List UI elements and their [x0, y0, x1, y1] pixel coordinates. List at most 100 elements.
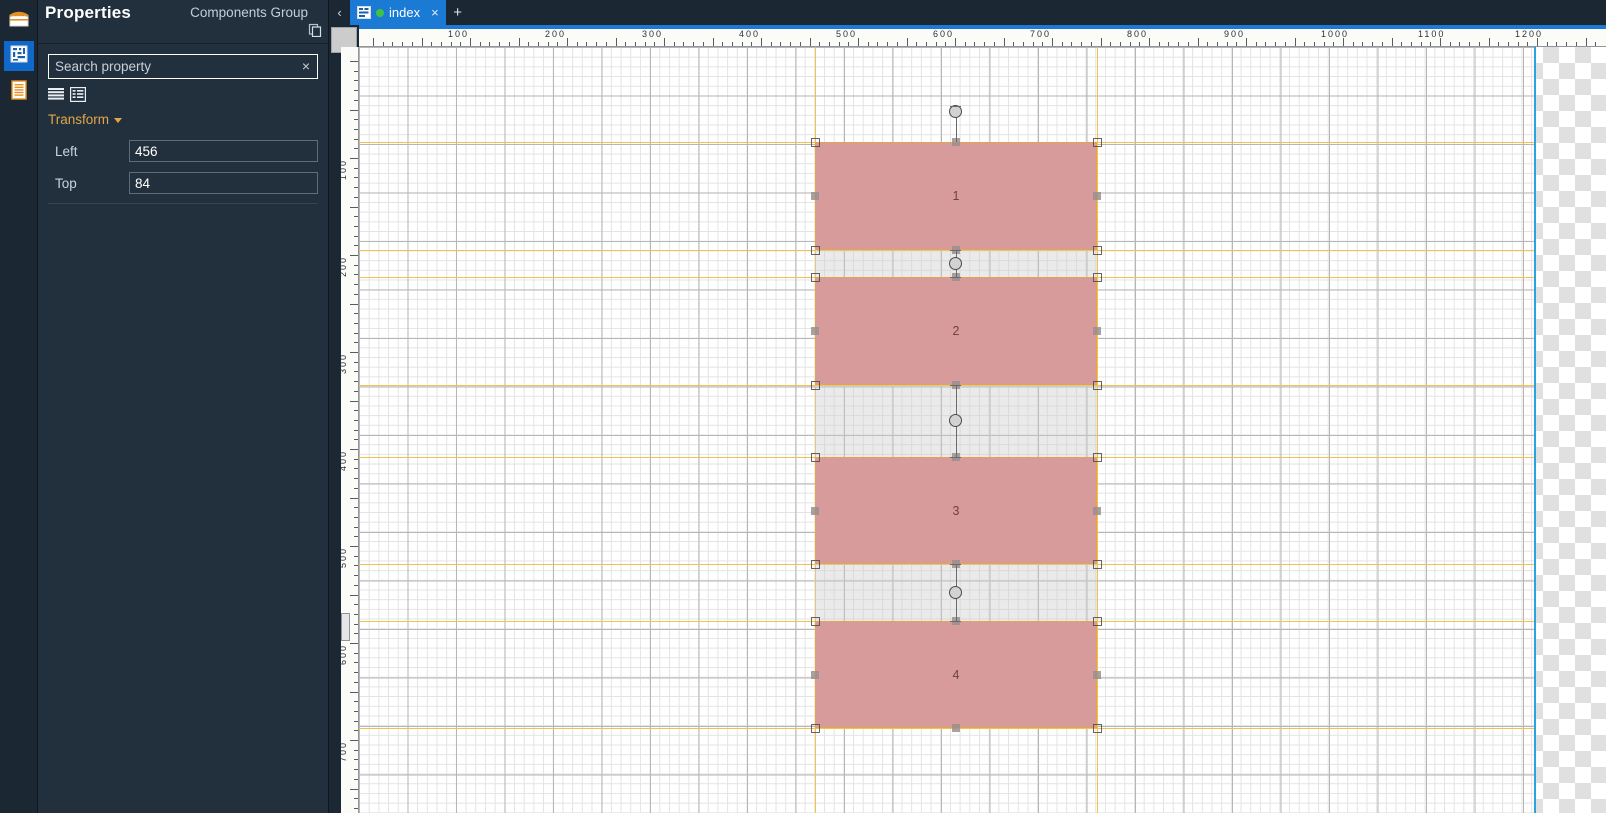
ruler-tick: [354, 458, 358, 460]
resize-handle-edge[interactable]: [1092, 506, 1101, 515]
add-tab-button[interactable]: +: [446, 0, 470, 25]
ruler-tick: [354, 293, 358, 295]
ruler-tick: [945, 42, 947, 46]
resize-handle-corner[interactable]: [1092, 380, 1102, 390]
ruler-tick: [354, 245, 358, 247]
flat-list-view-icon[interactable]: [48, 87, 64, 102]
ruler-tick: [1595, 42, 1597, 46]
canvas-viewport[interactable]: 1 2 3 4: [359, 47, 1606, 813]
resize-handle-edge[interactable]: [1092, 670, 1101, 679]
ruler-tick: [354, 778, 358, 780]
search-input[interactable]: [49, 55, 295, 78]
resize-handle-corner[interactable]: [1092, 724, 1102, 734]
resize-handle-edge[interactable]: [811, 506, 820, 515]
ruler-tick: [350, 255, 358, 256]
top-input[interactable]: [129, 172, 318, 194]
ruler-tick: [1585, 38, 1587, 46]
ruler-tick: [354, 565, 358, 567]
vertical-ruler[interactable]: 100 200 300 400 500 600 700: [341, 47, 359, 813]
resize-handle-corner[interactable]: [811, 138, 821, 148]
ruler-tick: [354, 652, 358, 654]
application-window: Properties Components Group ×: [0, 0, 1606, 813]
resize-handle-corner[interactable]: [811, 380, 821, 390]
section-header-transform[interactable]: Transform: [48, 112, 318, 127]
close-icon[interactable]: ×: [431, 6, 439, 19]
ruler-tick: [350, 158, 358, 159]
resize-handle-corner[interactable]: [811, 452, 821, 462]
canvas-component[interactable]: 1: [815, 142, 1097, 251]
ruler-tick: [1071, 42, 1073, 46]
resize-handle-corner[interactable]: [811, 724, 821, 734]
resize-handle-corner[interactable]: [1092, 138, 1102, 148]
grouped-list-view-icon[interactable]: [70, 87, 87, 103]
resize-handle-edge[interactable]: [951, 724, 960, 733]
resize-handle-corner[interactable]: [811, 246, 821, 256]
ruler-tick: [508, 42, 510, 46]
resize-handle-edge[interactable]: [1092, 327, 1101, 336]
copy-icon[interactable]: [308, 23, 322, 38]
resize-handle-edge[interactable]: [811, 670, 820, 679]
resize-handle-corner[interactable]: [811, 560, 821, 570]
resize-handle-corner[interactable]: [1092, 452, 1102, 462]
tab-index[interactable]: index ×: [350, 0, 446, 25]
rail-item-toolbox[interactable]: [4, 5, 34, 35]
left-input[interactable]: [129, 140, 318, 162]
resize-handle-corner[interactable]: [1092, 616, 1102, 626]
ruler-tick: [770, 42, 772, 46]
ruler-tick: [350, 206, 358, 208]
clear-search-icon[interactable]: ×: [295, 55, 317, 78]
ruler-label: 600: [933, 29, 955, 39]
ruler-tick: [731, 42, 733, 46]
resize-handle-corner[interactable]: [811, 273, 821, 283]
resize-handle-corner[interactable]: [1092, 246, 1102, 256]
canvas-component[interactable]: 2: [815, 277, 1097, 385]
rail-item-outline[interactable]: [4, 77, 34, 107]
ruler-tick: [809, 38, 811, 46]
ruler-tick: [350, 788, 358, 790]
resize-handle-corner[interactable]: [1092, 560, 1102, 570]
canvas-component[interactable]: 3: [815, 456, 1097, 565]
ruler-label: 700: [341, 740, 348, 762]
search-property-field[interactable]: ×: [48, 54, 318, 79]
icon-rail: [0, 0, 38, 813]
ruler-tick: [528, 42, 530, 46]
ruler-tick: [615, 38, 617, 46]
rail-item-properties[interactable]: [3, 41, 34, 71]
ruler-tick: [354, 80, 358, 82]
ruler-tick: [354, 769, 358, 771]
resize-handle-corner[interactable]: [811, 616, 821, 626]
resize-handle-corner[interactable]: [1092, 273, 1102, 283]
ruler-tick: [1556, 42, 1558, 46]
vertical-ruler-thumb[interactable]: [341, 613, 350, 641]
resize-handle-edge[interactable]: [1092, 192, 1101, 201]
resize-handle-edge[interactable]: [811, 192, 820, 201]
ruler-tick: [906, 38, 908, 46]
ruler-tick: [411, 42, 413, 46]
design-page[interactable]: 1 2 3 4: [359, 47, 1536, 813]
ruler-tick: [354, 274, 358, 276]
outline-icon: [10, 79, 28, 105]
ruler-tick: [537, 42, 539, 46]
ruler-tick: [877, 42, 879, 46]
ruler-tick: [354, 284, 358, 286]
handle-bar: [950, 250, 962, 252]
ruler-tick: [819, 42, 821, 46]
guide-line-vertical[interactable]: [1096, 47, 1098, 813]
resize-handle-edge[interactable]: [811, 327, 820, 336]
ruler-label: 1000: [1321, 29, 1350, 39]
ruler-tick: [1343, 38, 1344, 46]
property-row-top: Top: [48, 167, 318, 199]
ruler-label: 800: [1127, 29, 1149, 39]
ruler-tick: [1168, 42, 1170, 46]
ruler-tick: [354, 536, 358, 538]
ruler-tick: [1401, 42, 1403, 46]
guide-line-horizontal[interactable]: [359, 728, 1534, 730]
canvas-component[interactable]: 4: [815, 620, 1097, 729]
ruler-tick: [1420, 42, 1422, 46]
ruler-tick: [354, 516, 358, 518]
ruler-tick: [354, 584, 358, 586]
horizontal-ruler[interactable]: 100 200 300 400 500 600 700 800 900 1000 1100 1200: [359, 29, 1606, 47]
component-label: 3: [952, 503, 960, 518]
tab-scroll-prev-icon[interactable]: ‹: [329, 0, 350, 25]
property-row-left: Left: [48, 135, 318, 167]
